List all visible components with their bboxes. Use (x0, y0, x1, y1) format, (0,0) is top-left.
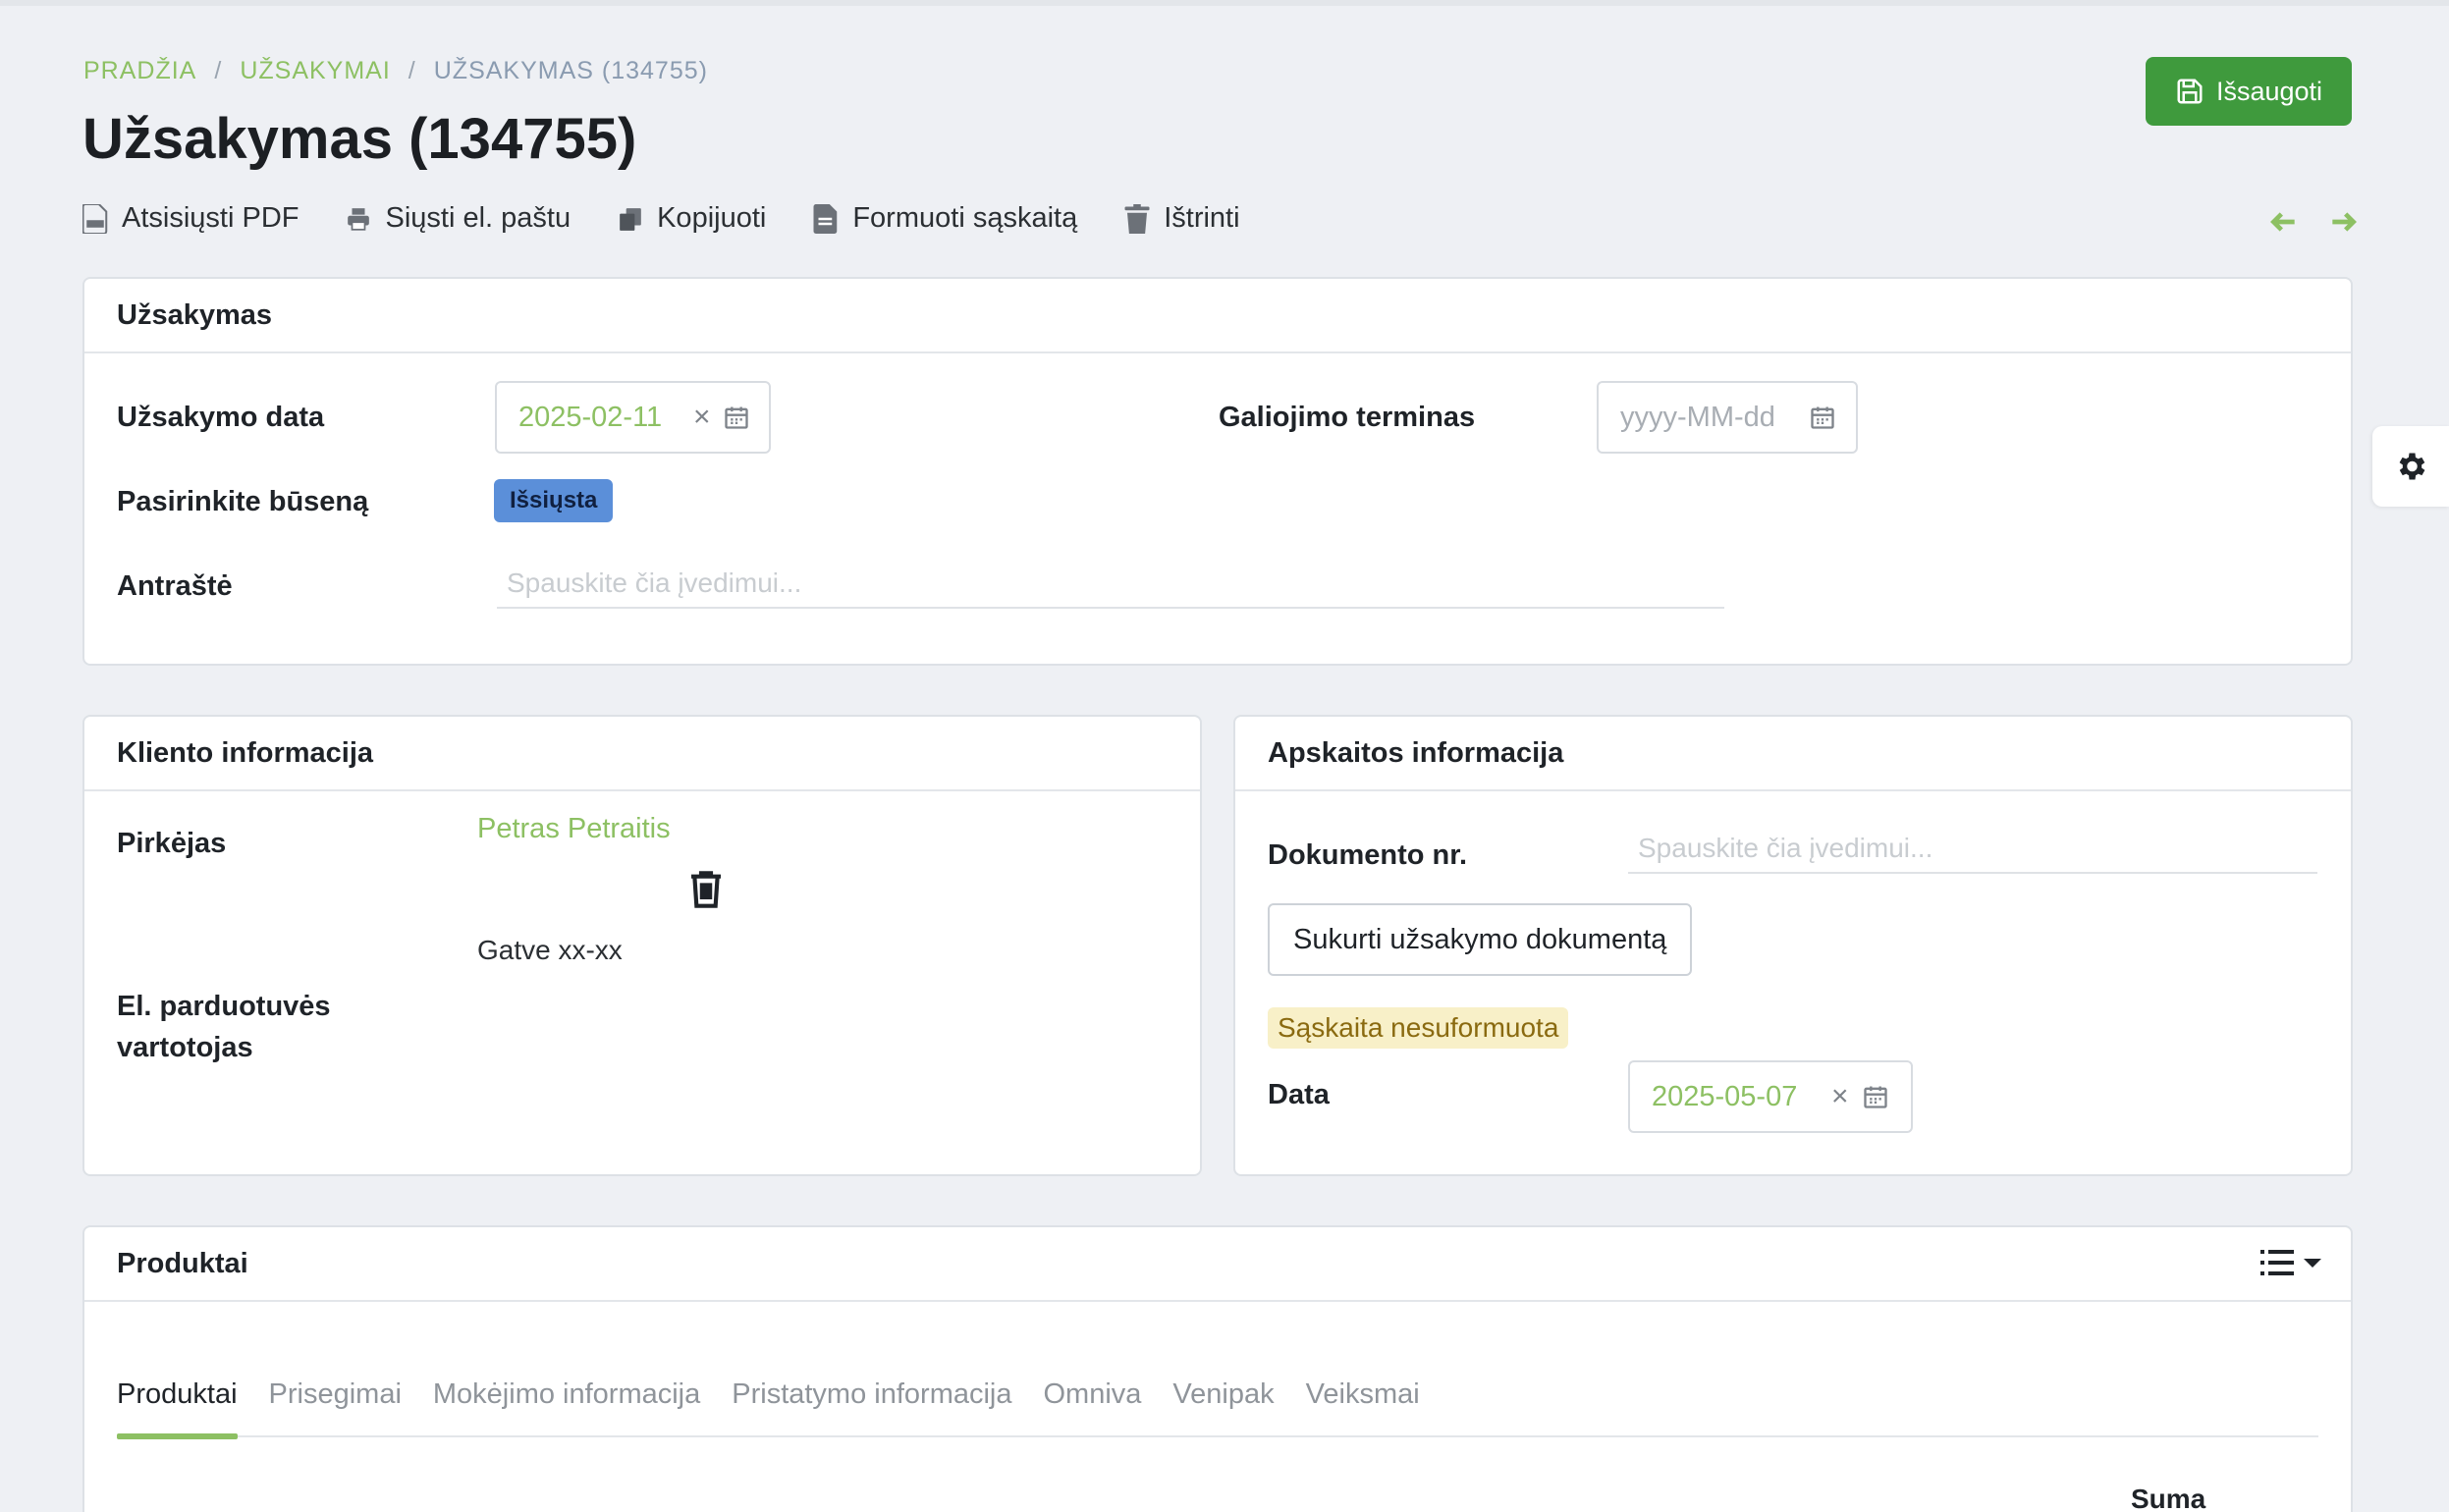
gear-icon (2399, 453, 2425, 480)
eshop-user-label-line1: El. parduotuvės (117, 991, 331, 1022)
heading-placeholder: Spauskite čia įvedimui... (507, 567, 802, 598)
arrow-right-icon[interactable] (2327, 206, 2359, 238)
order-date-label: Užsakymo data (117, 402, 325, 433)
save-button-label: Išsaugoti (2215, 76, 2323, 106)
tab-products[interactable]: Produktai (117, 1359, 238, 1439)
date-label: Data (1268, 1079, 1330, 1110)
caret-down-icon (2304, 1259, 2321, 1268)
copy-icon (620, 207, 641, 231)
tab-attachments[interactable]: Prisegimai (269, 1359, 402, 1437)
heading-label: Antraštė (117, 570, 233, 602)
toolbar: Atsisiųsti PDF Siųsti el. paštu Kopijuot… (82, 202, 1240, 235)
accounting-info-header: Apskaitos informacija (1235, 717, 2351, 791)
page-title: Užsakymas (134755) (82, 107, 637, 171)
copy-label: Kopijuoti (657, 202, 767, 234)
breadcrumb-separator: / (214, 57, 223, 84)
accounting-date-value: 2025-05-07 (1652, 1080, 1798, 1112)
client-info-header: Kliento informacija (84, 717, 1200, 791)
clear-icon[interactable]: × (693, 401, 711, 434)
copy-button[interactable]: Kopijuoti (618, 202, 766, 235)
buyer-label: Pirkėjas (117, 828, 227, 859)
order-card-header: Užsakymas (84, 279, 2351, 353)
status-badge[interactable]: Išsiųsta (494, 479, 614, 522)
heading-input[interactable]: Spauskite čia įvedimui... (497, 560, 1724, 609)
validity-date-field[interactable]: yyyy-MM-dd (1597, 381, 1858, 454)
breadcrumb: PRADŽIA / UŽSAKYMAI / UŽSAKYMAS (134755) (83, 57, 708, 85)
document-number-input[interactable]: Spauskite čia įvedimui... (1628, 825, 2317, 874)
download-pdf-label: Atsisiųsti PDF (122, 202, 299, 234)
arrow-left-icon[interactable] (2268, 206, 2300, 238)
delete-label: Ištrinti (1164, 202, 1240, 234)
make-invoice-button[interactable]: Formuoti sąskaitą (813, 202, 1077, 235)
order-date-field[interactable]: 2025-02-11 × (495, 381, 771, 454)
clear-icon[interactable]: × (1831, 1080, 1849, 1113)
trash-icon (691, 871, 721, 908)
invoice-status-badge: Sąskaita nesuformuota (1268, 1007, 1569, 1049)
floppy-disk-icon (2177, 79, 2203, 104)
send-email-label: Siųsti el. paštu (385, 202, 571, 234)
document-icon (813, 203, 838, 234)
tab-delivery-info[interactable]: Pristatymo informacija (732, 1359, 1011, 1437)
order-card: Užsakymas Užsakymo data 2025-02-11 × Gal… (82, 277, 2353, 666)
document-number-label: Dokumento nr. (1268, 839, 1468, 871)
breadcrumb-orders[interactable]: UŽSAKYMAI (240, 57, 390, 85)
pdf-file-icon (82, 203, 108, 234)
products-card: Produktai Produktai Prisegimai Mokėjimo … (82, 1225, 2353, 1512)
calendar-icon[interactable] (723, 404, 750, 431)
settings-button[interactable] (2372, 426, 2449, 507)
buyer-address: Gatve xx-xx (477, 935, 623, 965)
buyer-name-link[interactable]: Petras Petraitis (477, 813, 671, 845)
tab-omniva[interactable]: Omniva (1044, 1359, 1142, 1437)
calendar-icon[interactable] (1862, 1083, 1889, 1110)
column-toggle-button[interactable] (2260, 1249, 2321, 1276)
products-tabs: Produktai Prisegimai Mokėjimo informacij… (117, 1359, 2318, 1439)
printer-icon (348, 207, 370, 231)
tab-payment-info[interactable]: Mokėjimo informacija (433, 1359, 700, 1437)
trash-icon (1124, 203, 1150, 234)
top-shade (0, 0, 2449, 6)
remove-buyer-button[interactable] (689, 870, 723, 914)
list-icon (2260, 1250, 2294, 1275)
record-navigation (2268, 206, 2359, 238)
column-header-sum: Suma (2131, 1484, 2206, 1512)
make-invoice-label: Formuoti sąskaitą (852, 202, 1078, 234)
breadcrumb-separator: / (408, 57, 416, 84)
save-button[interactable]: Išsaugoti (2146, 57, 2352, 126)
breadcrumb-current: UŽSAKYMAS (134755) (433, 57, 708, 84)
document-number-placeholder: Spauskite čia įvedimui... (1638, 833, 1933, 863)
accounting-date-field[interactable]: 2025-05-07 × (1628, 1060, 1913, 1133)
eshop-user-label-line2: vartotojas (117, 1032, 253, 1063)
order-date-value: 2025-02-11 (518, 401, 663, 433)
validity-placeholder: yyyy-MM-dd (1620, 401, 1775, 433)
calendar-icon[interactable] (1809, 404, 1836, 431)
breadcrumb-home[interactable]: PRADŽIA (83, 57, 196, 85)
products-header: Produktai (84, 1227, 2351, 1302)
download-pdf-button[interactable]: Atsisiųsti PDF (82, 202, 299, 235)
client-info-card: Kliento informacija Pirkėjas Petras Petr… (82, 715, 1202, 1176)
tab-actions[interactable]: Veiksmai (1306, 1359, 1420, 1437)
accounting-info-card: Apskaitos informacija Dokumento nr. Spau… (1233, 715, 2353, 1176)
status-label: Pasirinkite būseną (117, 486, 369, 517)
create-order-document-button[interactable]: Sukurti užsakymo dokumentą (1268, 903, 1693, 976)
validity-label: Galiojimo terminas (1219, 402, 1476, 433)
delete-button[interactable]: Ištrinti (1124, 202, 1240, 235)
tab-venipak[interactable]: Venipak (1172, 1359, 1274, 1437)
send-email-button[interactable]: Siųsti el. paštu (346, 202, 571, 235)
eshop-user-label: El. parduotuvės vartotojas (117, 986, 331, 1068)
